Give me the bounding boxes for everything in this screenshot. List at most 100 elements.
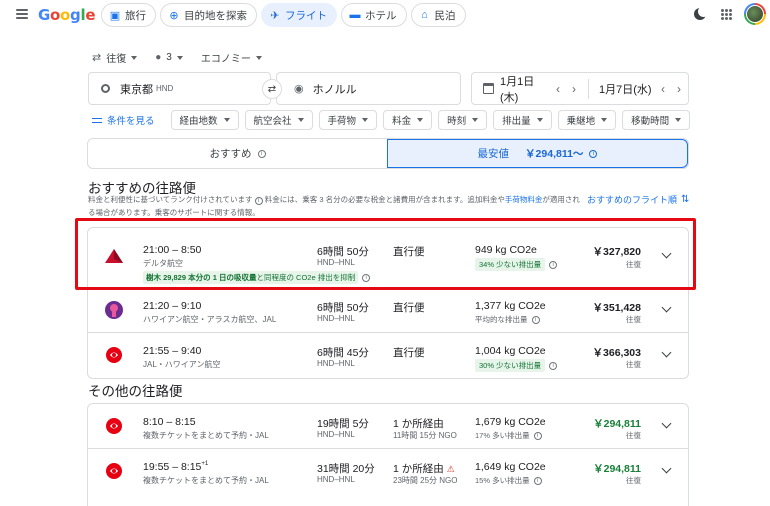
tab-cheapest[interactable]: 最安値 ￥294,811～ i — [387, 139, 688, 168]
nav-chip-1[interactable]: ⊕ 目的地を探索 — [160, 3, 257, 27]
all-filters-button[interactable]: 条件を見る — [92, 113, 155, 127]
info-icon[interactable]: i — [254, 197, 263, 205]
expand-chevron-icon[interactable] — [661, 248, 672, 259]
co2-emissions: 1,649 kg CO2e — [475, 461, 546, 473]
date-field[interactable]: 1月1日(木) ‹ › 1月7日(水) ‹ › — [471, 72, 689, 105]
flight-price: ￥327,820 — [592, 246, 641, 258]
nav-chip-label: 目的地を探索 — [184, 9, 247, 22]
filter-chip-label: 経由地数 — [179, 116, 218, 127]
apps-grid-icon[interactable] — [721, 9, 732, 20]
chevron-right-icon[interactable]: › — [566, 82, 582, 96]
filter-chip-3[interactable]: 料金 — [383, 110, 433, 130]
google-logo[interactable]: Google — [38, 6, 95, 24]
filter-chip-1[interactable]: 航空会社 — [244, 110, 313, 130]
info-icon[interactable]: i — [531, 315, 540, 324]
other-flights-list: 8:10 – 8:15 複数チケットをまとめて予約・JAL 19時間 5分 HND–H… — [87, 403, 689, 506]
filter-chip-0[interactable]: 経由地数 — [170, 110, 239, 130]
flight-stops: 直行便 — [393, 347, 425, 359]
trip-type-select[interactable]: ⇄ 往復 — [92, 50, 138, 65]
flight-row[interactable]: 8:10 – 8:15 複数チケットをまとめて予約・JAL 19時間 5分 HND–H… — [88, 404, 688, 449]
flight-row[interactable]: 21:55 – 9:40 JAL・ハワイアン航空 6時間 45分 HND–HNL 直行便… — [88, 333, 688, 378]
flight-price: ￥294,811 — [593, 418, 641, 430]
tab-best[interactable]: おすすめ i — [88, 139, 387, 168]
filter-chip-label: 排出量 — [502, 116, 531, 127]
filter-chip-6[interactable]: 乗継地 — [557, 110, 617, 130]
chevron-left-icon[interactable]: ‹ — [550, 82, 566, 96]
swap-icon[interactable]: ⇄ — [262, 79, 282, 99]
chevron-down-icon — [176, 55, 183, 60]
person-icon: ● — [155, 52, 162, 63]
flight-times: 19:55 – 8:15+1 — [143, 461, 209, 473]
flight-duration: 6時間 50分 — [317, 302, 369, 314]
filter-chip-4[interactable]: 時刻 — [438, 110, 488, 130]
flight-price: ￥351,428 — [592, 302, 641, 314]
co2-emissions: 1,004 kg CO2e — [475, 345, 546, 357]
flight-times: 8:10 – 8:15 — [143, 416, 196, 428]
nav-chip-0[interactable]: ▣ 旅行 — [101, 3, 156, 27]
filter-chip-2[interactable]: 手荷物 — [318, 110, 378, 130]
info-icon[interactable]: i — [533, 476, 542, 485]
explore-icon: ⊕ — [169, 9, 179, 22]
sort-by-button[interactable]: おすすめのフライト順 ⇅ — [587, 193, 689, 206]
eco-savings-rest: と同程度の CO2e 排出を抑制 — [256, 273, 356, 282]
chevron-down-icon — [362, 118, 369, 122]
filter-chip-label: 料金 — [392, 116, 412, 127]
cabin-value: エコノミー — [200, 54, 251, 65]
flight-duration: 19時間 5分 — [317, 418, 369, 430]
all-filters-label: 条件を見る — [107, 116, 155, 127]
flight-row[interactable]: 19:55 – 8:15+1 複数チケットをまとめて予約・JAL 31時間 20分 H… — [88, 449, 688, 494]
ranking-disclaimer: 料金と利便性に基づいてランク付けされています i 料金には、乗客 3 名分の必要… — [88, 193, 588, 219]
nav-chip-3[interactable]: ▬ ホテル — [341, 3, 407, 27]
nav-chip-label: ホテル — [365, 9, 397, 22]
info-icon[interactable]: i — [257, 149, 266, 158]
depart-date[interactable]: 1月1日(木) ‹ › — [472, 73, 582, 104]
location-pin-icon: ◉ — [294, 83, 304, 95]
co2-comparison: 30% 少ない排出量 i — [475, 359, 558, 372]
nav-chip-2[interactable]: ✈ フライト — [261, 3, 337, 27]
passenger-select[interactable]: ● 3 — [155, 52, 183, 63]
origin-value: 東京都 — [120, 83, 153, 96]
hotel-icon: ▬ — [349, 9, 361, 21]
expand-chevron-icon[interactable] — [661, 347, 672, 358]
menu-icon[interactable] — [16, 9, 28, 19]
layover-info: 23時間 25分 NGO — [393, 476, 458, 485]
info-icon[interactable]: i — [549, 361, 558, 370]
airline-logo-delta — [104, 246, 124, 266]
info-icon[interactable]: i — [549, 260, 558, 269]
account-avatar[interactable] — [744, 3, 766, 25]
baggage-fee-link[interactable]: 手荷物料金 — [505, 195, 543, 204]
co2-badge: 34% 少ない排出量 — [475, 258, 546, 271]
chevron-left-icon[interactable]: ‹ — [655, 82, 671, 96]
expand-chevron-icon[interactable] — [661, 418, 672, 429]
nav-chip-4[interactable]: ⌂ 民泊 — [410, 3, 466, 27]
dark-mode-icon[interactable] — [694, 6, 709, 20]
filter-chip-5[interactable]: 排出量 — [493, 110, 552, 130]
expand-chevron-icon[interactable] — [661, 302, 672, 313]
info-icon[interactable]: i — [533, 431, 542, 440]
flight-route: HND–HNL — [317, 430, 355, 439]
filter-chip-7[interactable]: 移動時間 — [622, 110, 691, 130]
origin-field[interactable]: 東京都 HND — [88, 72, 271, 105]
info-icon[interactable]: i — [362, 273, 371, 282]
info-icon[interactable]: i — [589, 149, 598, 158]
airline-name: JAL・ハワイアン航空 — [143, 360, 221, 369]
destination-field[interactable]: ◉ ホノルル — [276, 72, 461, 105]
eco-savings-bold: 樹木 29,829 本分の 1 日の吸収量 — [146, 273, 257, 282]
date-divider — [588, 78, 589, 99]
co2-emissions: 1,679 kg CO2e — [475, 416, 546, 428]
round-trip-icon: ⇄ — [92, 52, 102, 64]
cabin-select[interactable]: エコノミー — [201, 50, 262, 65]
trip-options: ⇄ 往復 ● 3 エコノミー — [92, 50, 262, 65]
airline-logo-jal — [104, 461, 124, 481]
expand-chevron-icon[interactable] — [661, 463, 672, 474]
destination-value: ホノルル — [312, 83, 357, 96]
tab-cheapest-label: 最安値 — [477, 148, 510, 160]
flight-row[interactable]: 21:00 – 8:50 デルタ航空 6時間 50分 HND–HNL 直行便 949 kg… — [88, 228, 688, 288]
flight-row[interactable]: 21:20 – 9:10 ハワイアン航空・アラスカ航空、JAL 6時間 50分 HND… — [88, 288, 688, 333]
flight-times: 21:55 – 9:40 — [143, 345, 202, 357]
flight-route: HND–HNL — [317, 258, 355, 267]
travel-nav: ▣ 旅行 ⊕ 目的地を探索 ✈ フライト ▬ ホテル ⌂ 民泊 — [101, 3, 466, 27]
chevron-right-icon[interactable]: › — [671, 82, 687, 96]
return-date[interactable]: 1月7日(水) ‹ › — [595, 73, 687, 104]
price-trip-type: 往復 — [626, 360, 641, 369]
